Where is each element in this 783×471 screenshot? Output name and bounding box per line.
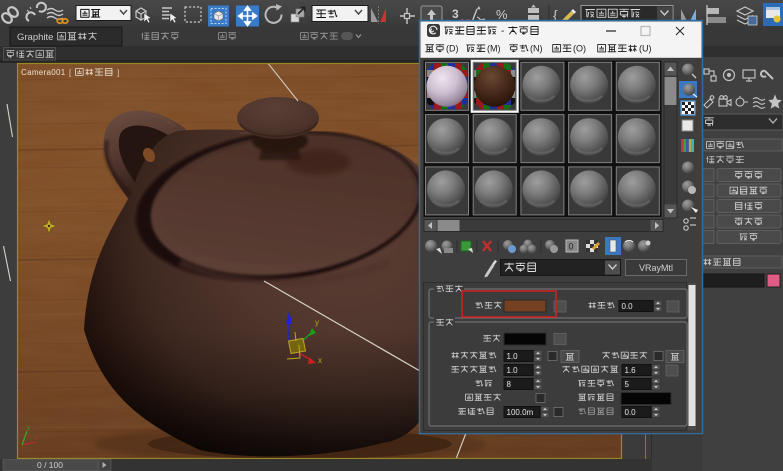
- svg-text:VRayMtl: VRayMtl: [639, 263, 673, 273]
- svg-text:1.0: 1.0: [507, 352, 519, 361]
- svg-text:0 / 100: 0 / 100: [37, 460, 63, 470]
- svg-text:y: y: [315, 318, 319, 327]
- svg-text:0: 0: [569, 242, 574, 252]
- svg-text:100.0m: 100.0m: [507, 408, 534, 417]
- svg-text:3: 3: [452, 7, 459, 21]
- svg-text:(D): (D): [446, 44, 459, 54]
- svg-text:(N): (N): [530, 44, 543, 54]
- svg-text:z: z: [27, 426, 30, 432]
- svg-text:1.6: 1.6: [625, 366, 637, 375]
- svg-text:1.0: 1.0: [507, 366, 519, 375]
- svg-text:-: -: [501, 26, 504, 37]
- svg-text:]: ]: [117, 69, 119, 78]
- svg-text:0.0: 0.0: [622, 302, 634, 311]
- svg-text:(M): (M): [487, 44, 501, 54]
- svg-text:Graphite: Graphite: [17, 32, 53, 43]
- svg-text:0.0: 0.0: [625, 408, 637, 417]
- svg-text:(O): (O): [573, 44, 586, 54]
- svg-text:(U): (U): [639, 44, 652, 54]
- svg-text:Camera001: Camera001: [21, 68, 66, 77]
- svg-text:x: x: [318, 356, 322, 365]
- svg-text:5: 5: [625, 380, 630, 389]
- svg-text:x: x: [35, 436, 38, 442]
- svg-text:8: 8: [507, 380, 512, 389]
